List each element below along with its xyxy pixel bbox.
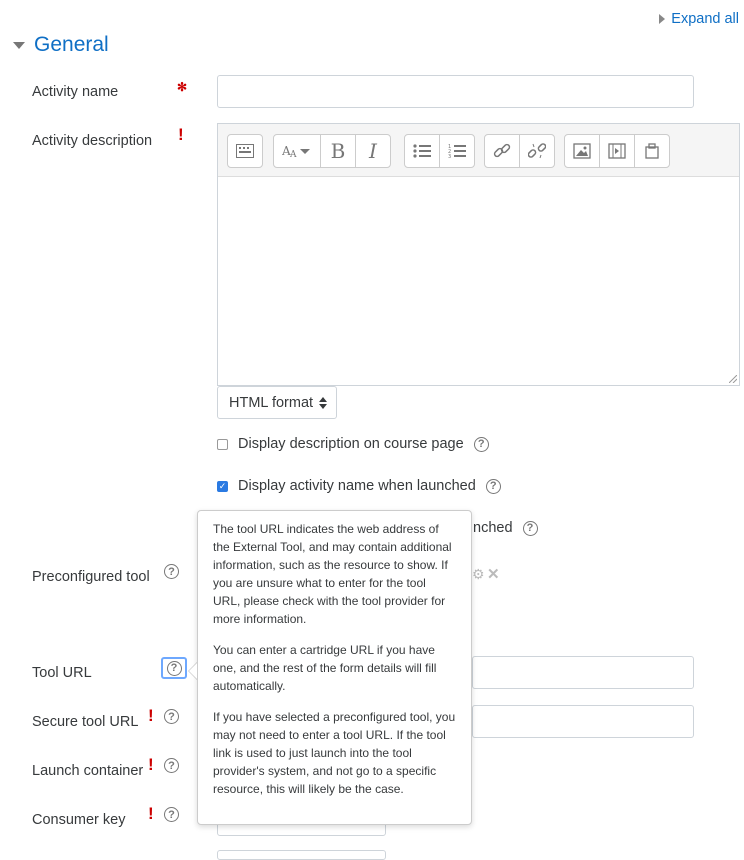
close-icon[interactable]: ✕ [487,565,500,583]
rich-text-editor[interactable]: AA B I 123 [217,123,740,386]
activity-description-label: Activity description [32,133,153,149]
toolbar-group-style: AA B I [273,134,391,168]
select-updown-icon [319,396,328,409]
advanced-field-icon: ! [148,706,154,725]
advanced-field-icon: ! [178,125,184,144]
help-icon[interactable]: ? [164,564,179,579]
text-format-select[interactable]: HTML format [217,386,337,419]
secure-tool-url-label: Secure tool URL [32,714,139,730]
required-asterisk-icon: ✻ [177,80,188,94]
display-activity-name-checkbox[interactable]: ✓ [217,480,228,492]
help-icon[interactable]: ? [485,478,501,494]
unlink-icon[interactable] [519,135,554,167]
text-format-value: HTML format [229,394,314,411]
toolbar-group-lists: 123 [404,134,475,168]
font-size-icon[interactable]: AA [274,135,320,167]
tool-url-label: Tool URL [32,665,92,681]
section-title: General [34,33,109,56]
display-description-label: Display description on course page [238,436,464,452]
chevron-right-icon [659,14,666,24]
display-description-row: Display description on course page ? [217,436,489,452]
toolbar-group-insert [564,134,670,168]
editor-toolbar: AA B I 123 [218,124,739,177]
toolbar-toggle-icon[interactable] [228,135,262,167]
popover-arrow-inner [189,663,197,679]
help-icon[interactable]: ? [164,709,179,724]
tool-url-help-button[interactable]: ? [161,657,187,679]
bold-icon[interactable]: B [320,135,355,167]
display-description-checkbox[interactable] [217,438,228,450]
unordered-list-icon[interactable] [405,135,439,167]
expand-all-label: Expand all [671,11,739,27]
next-field-input-partial[interactable] [217,850,386,860]
activity-name-input[interactable] [217,75,694,108]
popover-paragraph: You can enter a cartridge URL if you hav… [213,643,437,693]
tool-url-input[interactable] [472,656,694,689]
popover-paragraph: The tool URL indicates the web address o… [213,522,452,626]
launch-container-label: Launch container [32,763,144,779]
popover-paragraph: If you have selected a preconfigured too… [213,710,456,796]
tool-settings-icon[interactable]: ⚙ [472,566,485,583]
help-icon[interactable]: ? [164,807,179,822]
expand-all-link[interactable]: Expand all [659,11,739,27]
help-icon[interactable]: ? [164,758,179,773]
image-icon[interactable] [565,135,599,167]
display-activity-name-row: ✓ Display activity name when launched ? [217,478,501,494]
editor-content-area[interactable] [218,177,739,385]
svg-text:A: A [289,150,297,159]
advanced-field-icon: ! [148,755,154,774]
chevron-down-icon [13,41,25,49]
resize-handle-icon[interactable] [729,375,737,383]
toolbar-group-collapse [227,134,263,168]
help-icon[interactable]: ? [522,520,538,536]
tool-url-help-popover: The tool URL indicates the web address o… [197,510,472,825]
display-activity-name-label: Display activity name when launched [238,478,476,494]
italic-icon[interactable]: I [355,135,390,167]
svg-text:3: 3 [448,154,451,159]
secure-tool-url-input[interactable] [472,705,694,738]
advanced-field-icon: ! [148,804,154,823]
help-icon: ? [166,660,182,676]
third-checkbox-row-partial: nched ? [473,520,538,536]
third-checkbox-label-partial: nched [473,520,513,536]
link-icon[interactable] [485,135,519,167]
toolbar-group-links [484,134,555,168]
help-icon[interactable]: ? [473,436,489,452]
preconfigured-tool-label: Preconfigured tool [32,569,150,585]
media-icon[interactable] [599,135,634,167]
consumer-key-label: Consumer key [32,812,126,828]
ordered-list-icon[interactable]: 123 [439,135,474,167]
section-general-toggle[interactable]: General [13,33,109,57]
manage-files-icon[interactable] [634,135,669,167]
activity-name-label: Activity name [32,84,119,100]
